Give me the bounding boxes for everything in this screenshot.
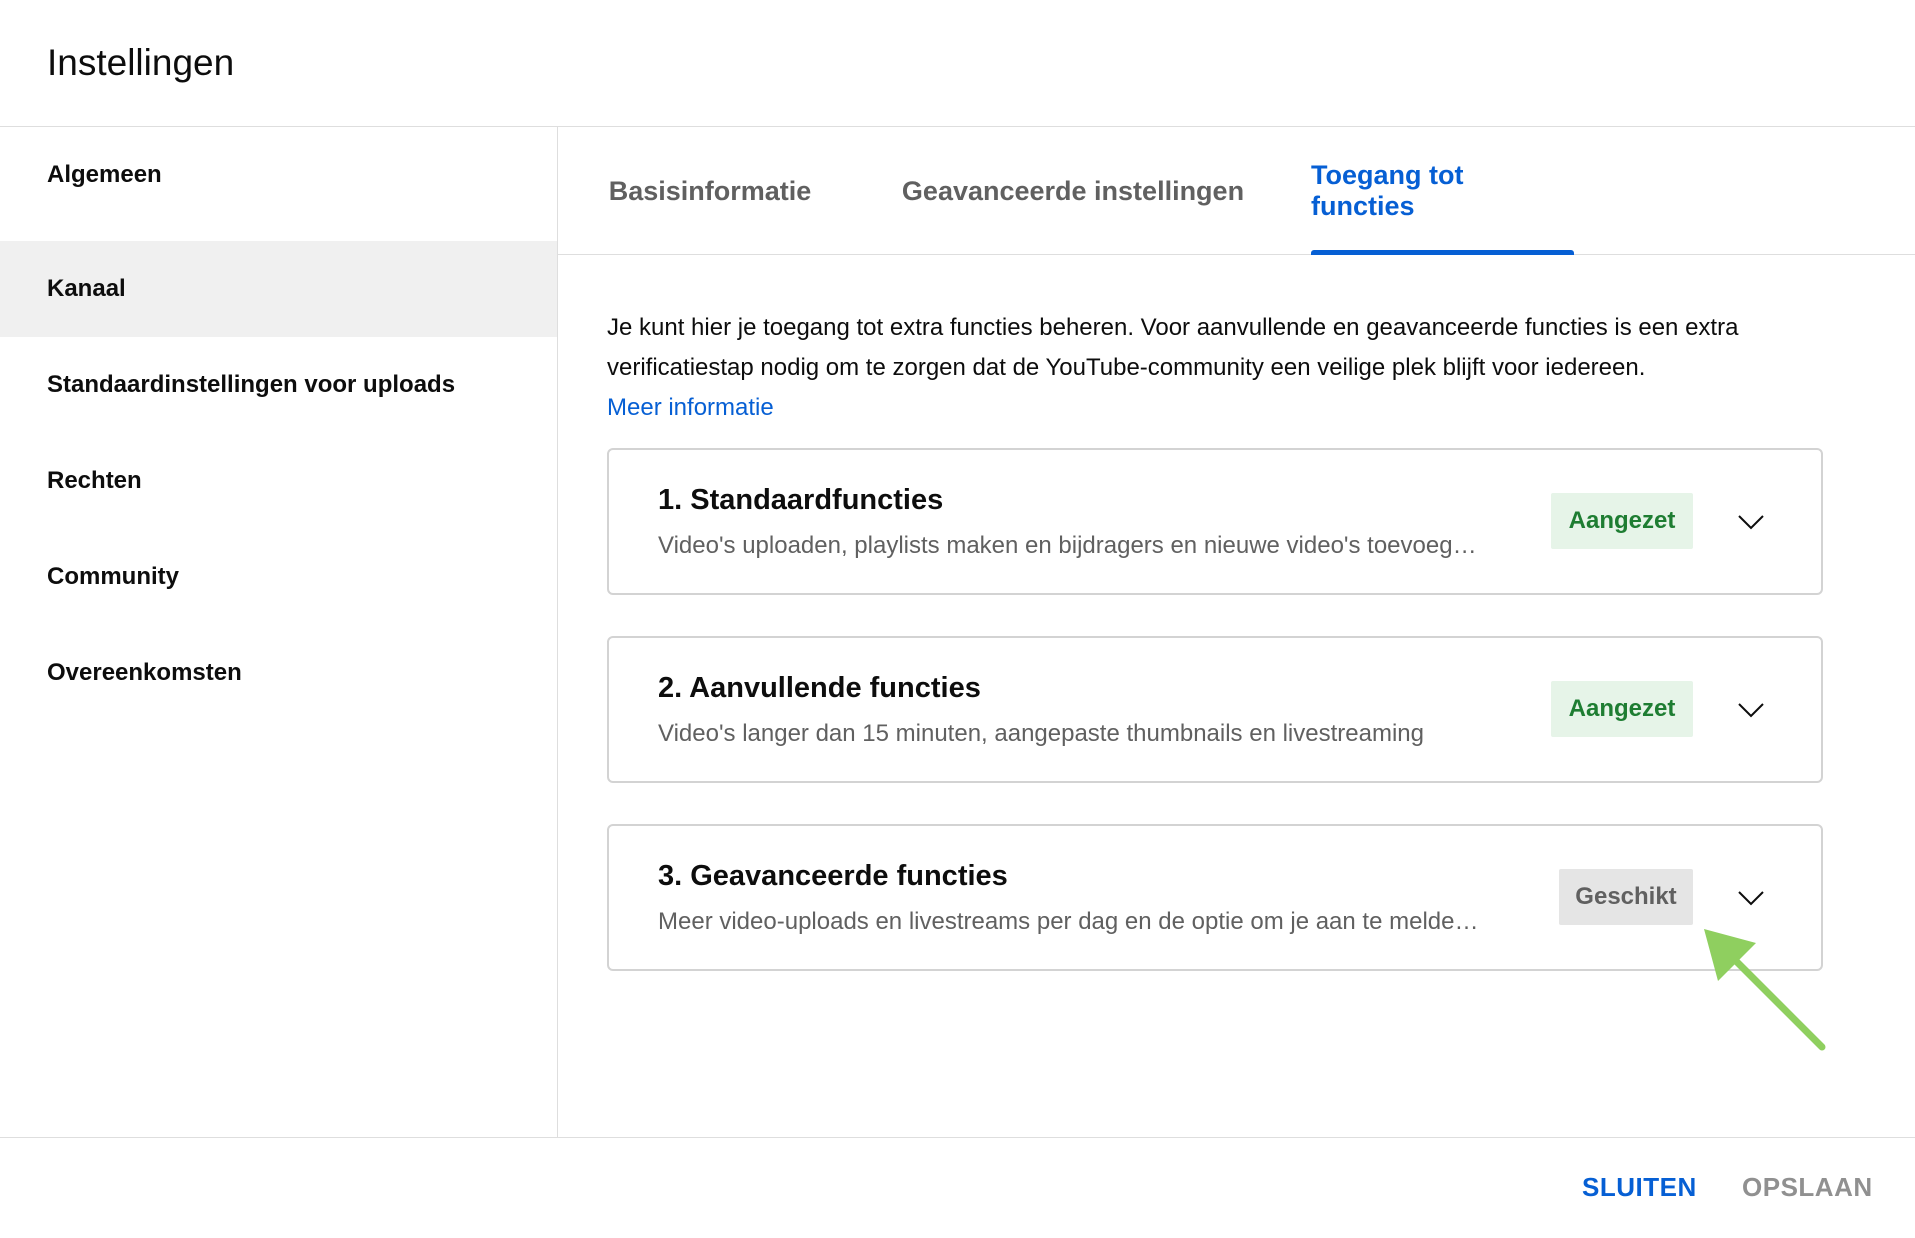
tab-label: Toegang tot functies	[1311, 160, 1464, 221]
dialog-footer: SLUITEN OPSLAAN	[0, 1137, 1915, 1238]
sidebar-item-algemeen[interactable]: Algemeen	[0, 127, 557, 223]
feature-card-additional[interactable]: 2. Aanvullende functies Video's langer d…	[607, 636, 1823, 783]
annotation-arrow-icon	[1704, 929, 1826, 1051]
tab-label: Basisinformatie	[608, 175, 812, 206]
tab-bar: Basisinformatie Geavanceerde instellinge…	[558, 127, 1915, 255]
settings-sidebar: Algemeen Kanaal Standaardinstellingen vo…	[0, 127, 558, 1137]
sidebar-item-uploads[interactable]: Standaardinstellingen voor uploads	[0, 337, 557, 433]
feature-title: 2. Aanvullende functies	[658, 672, 981, 704]
close-button[interactable]: SLUITEN	[1582, 1172, 1697, 1203]
feature-description: Meer video-uploads en livestreams per da…	[658, 908, 1479, 935]
tab-toegang-tot-functies[interactable]: Toegang tot functies	[1311, 127, 1574, 255]
feature-title: 1. Standaardfuncties	[658, 484, 944, 516]
status-badge: Geschikt	[1559, 869, 1693, 925]
dialog-title: Instellingen	[47, 42, 235, 83]
intro-text: Je kunt hier je toegang tot extra functi…	[607, 314, 1739, 381]
feature-card-advanced[interactable]: 3. Geavanceerde functies Meer video-uplo…	[607, 824, 1823, 971]
save-button[interactable]: OPSLAAN	[1742, 1172, 1873, 1203]
chevron-down-icon[interactable]	[1729, 876, 1773, 920]
sidebar-item-rechten[interactable]: Rechten	[0, 433, 557, 529]
sidebar-item-overeenkomsten[interactable]: Overeenkomsten	[0, 625, 557, 721]
active-tab-indicator	[1311, 250, 1574, 255]
feature-description: Video's uploaden, playlists maken en bij…	[658, 532, 1477, 559]
sidebar-item-community[interactable]: Community	[0, 529, 557, 625]
dialog-header: Instellingen	[0, 0, 1915, 127]
tab-basisinformatie[interactable]: Basisinformatie	[607, 127, 813, 255]
status-badge: Aangezet	[1551, 493, 1693, 549]
chevron-down-icon[interactable]	[1729, 500, 1773, 544]
sidebar-item-kanaal[interactable]: Kanaal	[0, 241, 557, 337]
learn-more-link[interactable]: Meer informatie	[607, 388, 1837, 428]
tab-label: Geavanceerde instellingen	[901, 175, 1245, 206]
feature-title: 3. Geavanceerde functies	[658, 860, 1008, 892]
feature-card-standard[interactable]: 1. Standaardfuncties Video's uploaden, p…	[607, 448, 1823, 595]
chevron-down-icon[interactable]	[1729, 688, 1773, 732]
tab-geavanceerde-instellingen[interactable]: Geavanceerde instellingen	[899, 127, 1247, 255]
intro-section: Je kunt hier je toegang tot extra functi…	[607, 308, 1837, 428]
status-badge: Aangezet	[1551, 681, 1693, 737]
feature-description: Video's langer dan 15 minuten, aangepast…	[658, 720, 1424, 747]
